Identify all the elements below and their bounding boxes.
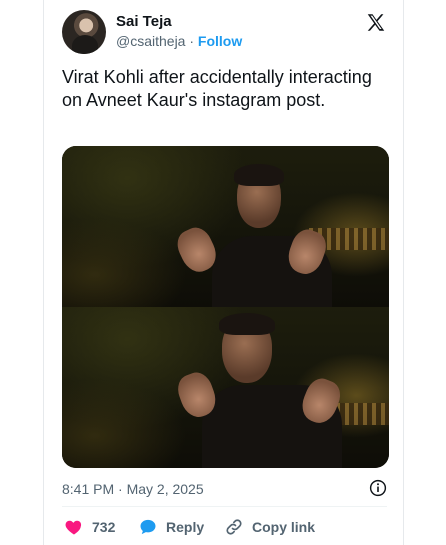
info-icon[interactable]: [369, 479, 387, 497]
heart-icon: [65, 520, 82, 535]
link-icon: [226, 519, 242, 535]
meme-panel-bottom: [62, 307, 389, 468]
copy-link-button[interactable]: Copy link: [224, 514, 315, 540]
avatar[interactable]: [62, 10, 106, 54]
like-count: 732: [92, 519, 116, 535]
like-button[interactable]: 732: [64, 514, 115, 540]
author-subline: @csaitheja · Follow: [116, 33, 242, 49]
follow-button[interactable]: Follow: [198, 33, 242, 49]
tweet-header: Sai Teja @csaitheja · Follow: [62, 10, 391, 54]
separator-dot: ·: [189, 33, 195, 49]
reply-label: Reply: [166, 519, 205, 535]
meme-panel-top: [62, 146, 389, 307]
tweet-media-image[interactable]: [62, 146, 389, 468]
tweet-text: Virat Kohli after accidentally interacti…: [62, 67, 372, 110]
author-handle[interactable]: @csaitheja: [116, 33, 185, 49]
tweet-actions: 732 Reply Copy link: [62, 514, 392, 540]
author-name[interactable]: Sai Teja: [116, 13, 172, 30]
tweet-timestamp[interactable]: 8:41 PM · May 2, 2025: [62, 481, 204, 497]
copy-link-label: Copy link: [252, 519, 316, 535]
speech-bubble-icon: [140, 519, 156, 535]
reply-button[interactable]: Reply: [138, 514, 204, 540]
page: Sai Teja @csaitheja · Follow Virat Kohli…: [0, 0, 446, 545]
tweet-embed-card[interactable]: Sai Teja @csaitheja · Follow Virat Kohli…: [43, 0, 404, 545]
divider: [62, 506, 387, 507]
x-logo-icon[interactable]: [365, 12, 387, 34]
